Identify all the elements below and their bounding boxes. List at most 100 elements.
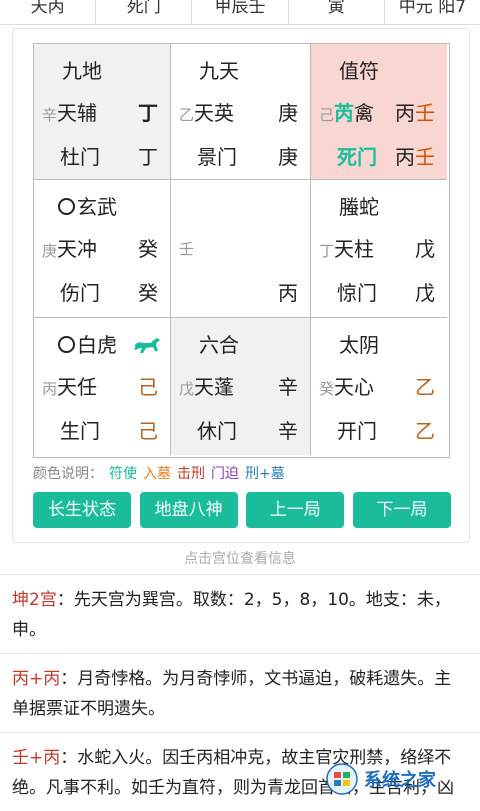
star-label: 天蓬 [194, 375, 235, 399]
gate-stems: 丙壬 [395, 146, 435, 168]
star-label: 天辅 [57, 101, 98, 125]
star-stem: 丁 [138, 101, 158, 125]
star-row: 丁天柱 [319, 238, 374, 262]
gate-label: 开门 [337, 419, 377, 443]
legend-item-fushi: 符使 [109, 466, 137, 482]
palace-cell-dui[interactable]: 螣蛇 丁天柱 戊 惊门 戊 [311, 180, 447, 318]
legend-item-xingmu: 刑+墓 [245, 466, 285, 482]
earth-stem: 壬 [179, 240, 195, 258]
palace-cell-gen[interactable]: 白虎 丙天任 己 生门 己 [34, 318, 171, 455]
palace-cell-xun[interactable]: 九地 辛天辅 丁 杜门 丁 [34, 44, 171, 180]
star-stem: 己 [138, 375, 158, 399]
palace-cell-kun[interactable]: 值符 己芮禽 丙壬 死门 丙壬 [311, 44, 447, 180]
gate-stem: 癸 [138, 281, 158, 305]
palace-cell-zhen[interactable]: 玄武 庚天冲 癸 伤门 癸 [34, 180, 171, 318]
earth-stem: 辛 [42, 106, 58, 124]
longevity-status-button[interactable]: 长生状态 [33, 492, 131, 528]
previous-chart-button[interactable]: 上一局 [246, 492, 345, 528]
color-legend: 颜色说明： 符使 入墓 击刑 门迫 刑+墓 [33, 463, 291, 483]
deity-label: 白虎 [77, 333, 117, 357]
deity-label: 九地 [62, 59, 102, 83]
gate-label: 死门 [337, 145, 377, 169]
star-row: 癸天心 [319, 376, 374, 400]
palace-cell-kan[interactable]: 六合 戊天蓬 辛 休门 辛 [171, 318, 311, 455]
gate-stem: 辛 [278, 419, 298, 443]
star-label-b: 禽 [354, 101, 375, 125]
gate-stem: 乙 [415, 419, 435, 443]
top-info-bar: 天丙 死门 甲辰壬 寅 中元 阳7 [0, 0, 480, 25]
gate-stem: 戊 [415, 281, 435, 305]
action-buttons: 长生状态 地盘八神 上一局 下一局 [33, 492, 451, 528]
gate-stem: 丁 [138, 145, 158, 169]
gate-label: 休门 [197, 419, 237, 443]
info-heading: 丙+丙 [12, 669, 61, 689]
deity-label: 玄武 [77, 195, 117, 219]
circle-icon [58, 198, 75, 215]
top-cell-5: 中元 阳7 [398, 0, 467, 17]
earth-stem: 庚 [42, 242, 58, 260]
top-cell-2: 死门 [96, 0, 193, 24]
watermark-text: 系统之家 [364, 770, 436, 791]
circle-icon [58, 336, 75, 353]
gate-label: 惊门 [337, 281, 377, 305]
deity-row: 白虎 [58, 334, 117, 356]
tap-hint: 点击宫位查看信息 [184, 551, 296, 567]
info-body: ：先天宫为巽宫。取数：2，5，8，10。地支：未，申。 [12, 590, 451, 640]
deity-row: 玄武 [58, 196, 117, 218]
palace-cell-qian[interactable]: 太阴 癸天心 乙 开门 乙 [311, 318, 447, 455]
earth-stem: 癸 [319, 380, 335, 398]
star-stem-a: 丙 [395, 101, 415, 125]
star-stem: 乙 [415, 375, 435, 399]
earth-stem: 戊 [179, 380, 195, 398]
palace-grid: 九地 辛天辅 丁 杜门 丁 九天 乙天英 庚 景门 庚 值符 己芮禽 丙壬 死门… [33, 43, 450, 458]
palace-cell-center[interactable]: 壬 丙 [171, 180, 311, 318]
star-row: 乙天英 [179, 102, 234, 126]
star-label-a: 芮 [334, 101, 355, 125]
palace-cell-li[interactable]: 九天 乙天英 庚 景门 庚 [171, 44, 311, 180]
horse-icon [134, 338, 160, 353]
star-stems: 丙壬 [395, 102, 435, 124]
legend-item-menpo: 门迫 [211, 466, 239, 482]
top-cell-4: 寅 [289, 0, 385, 24]
legend-item-jixing: 击刑 [177, 466, 205, 482]
star-stem: 庚 [278, 101, 298, 125]
next-chart-button[interactable]: 下一局 [352, 492, 451, 528]
earth-stem: 丁 [319, 242, 335, 260]
deity-label: 螣蛇 [339, 195, 379, 219]
gate-stem: 己 [138, 419, 158, 443]
earth-stem: 己 [319, 106, 335, 124]
legend-label: 颜色说明： [33, 466, 103, 482]
star-label: 天英 [194, 101, 235, 125]
gate-stem-a: 丙 [395, 145, 415, 169]
gate-stem: 庚 [278, 145, 298, 169]
gate-stem-b: 壬 [415, 145, 435, 169]
star-stem: 癸 [138, 237, 158, 261]
star-label: 天心 [334, 375, 375, 399]
legend-item-rumu: 入墓 [143, 466, 171, 482]
info-body: ：月奇悖格。为月奇悖师，文书逼迫，破耗遗失。主单据票证不明遗失。 [12, 669, 452, 719]
watermark-logo: 系统之家 [324, 762, 474, 796]
gate-stem: 丙 [278, 281, 298, 305]
star-label: 天任 [57, 375, 98, 399]
star-stem-b: 壬 [415, 101, 435, 125]
star-row: 己芮禽 [319, 102, 374, 126]
gate-label: 杜门 [60, 145, 100, 169]
star-label: 天冲 [57, 237, 98, 261]
star-row: 丙天任 [42, 376, 97, 400]
star-label: 天柱 [334, 237, 375, 261]
star-row: 庚天冲 [42, 238, 97, 262]
info-paragraph: 坤2宫：先天宫为巽宫。取数：2，5，8，10。地支：未，申。 [0, 575, 480, 654]
deity-label: 九天 [199, 59, 239, 83]
info-heading: 坤2宫 [12, 590, 57, 610]
info-heading: 壬+丙 [12, 748, 61, 768]
top-cell-1: 天丙 [0, 0, 97, 24]
star-stem: 辛 [278, 375, 298, 399]
top-cell-3: 甲辰壬 [192, 0, 289, 24]
deity-label: 值符 [339, 59, 379, 83]
gate-label: 伤门 [60, 281, 100, 305]
earth-eight-gods-button[interactable]: 地盘八神 [139, 492, 238, 528]
earth-stem: 丙 [42, 380, 58, 398]
star-row: 辛天辅 [42, 102, 97, 126]
info-paragraph: 丙+丙：月奇悖格。为月奇悖师，文书逼迫，破耗遗失。主单据票证不明遗失。 [0, 654, 480, 733]
gate-label: 生门 [60, 419, 100, 443]
